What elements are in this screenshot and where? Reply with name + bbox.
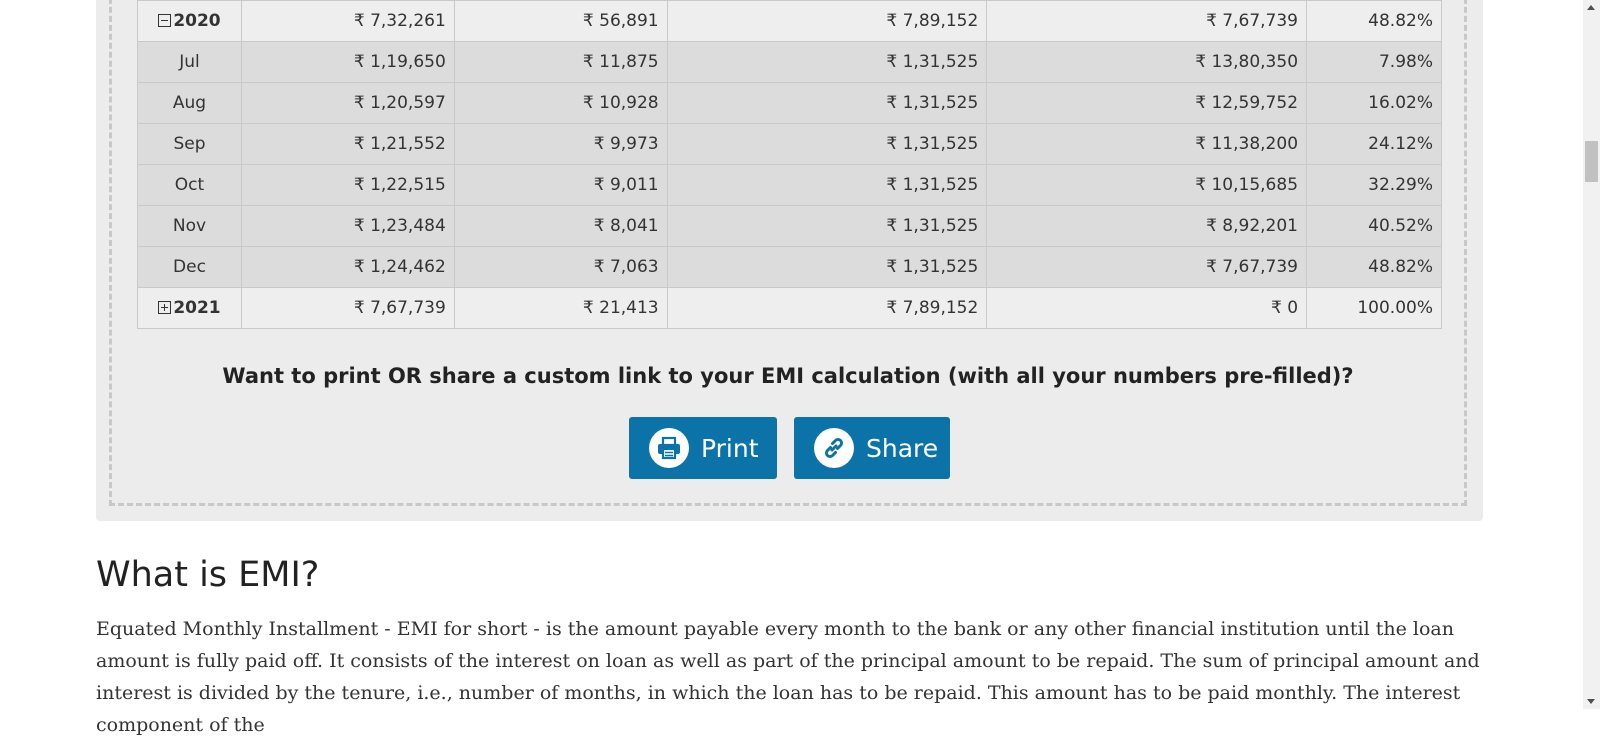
month-label: Jul — [179, 52, 200, 72]
total-payment-cell: ₹ 1,31,525 — [666, 164, 988, 206]
print-button-label: Print — [701, 433, 759, 463]
interest-cell: ₹ 8,041 — [453, 205, 668, 247]
year-row[interactable]: 2021 ₹ 7,67,739 ₹ 21,413 ₹ 7,89,152 ₹ 0 100.0… — [137, 287, 1442, 329]
interest-cell: ₹ 9,973 — [453, 123, 668, 165]
share-prompt-text: Want to print OR share a custom link to … — [222, 364, 1354, 388]
minus-square-icon[interactable] — [158, 14, 172, 27]
interest-cell: ₹ 11,875 — [453, 41, 668, 83]
principal-cell: ₹ 1,22,515 — [240, 164, 455, 206]
month-cell: Nov — [137, 205, 242, 247]
month-cell: Jul — [137, 41, 242, 83]
loan-paid-percent-cell: 40.52% — [1306, 205, 1442, 247]
year-cell[interactable]: 2020 — [137, 0, 242, 42]
page-scrollbar[interactable] — [1583, 0, 1600, 709]
interest-cell: ₹ 21,413 — [453, 287, 668, 329]
balance-cell: ₹ 0 — [986, 287, 1308, 329]
balance-cell: ₹ 11,38,200 — [986, 123, 1308, 165]
emi-schedule-table: 2020 ₹ 7,32,261 ₹ 56,891 ₹ 7,89,152 ₹ 7,67,7… — [137, 0, 1442, 329]
interest-cell: ₹ 9,011 — [453, 164, 668, 206]
balance-cell: ₹ 8,92,201 — [986, 205, 1308, 247]
principal-cell: ₹ 1,20,597 — [240, 82, 455, 124]
loan-paid-percent-cell: 32.29% — [1306, 164, 1442, 206]
what-is-emi-heading: What is EMI? — [96, 555, 320, 595]
total-payment-cell: ₹ 1,31,525 — [666, 246, 988, 288]
year-row[interactable]: 2020 ₹ 7,32,261 ₹ 56,891 ₹ 7,89,152 ₹ 7,67,7… — [137, 0, 1442, 42]
interest-cell: ₹ 10,928 — [453, 82, 668, 124]
balance-cell: ₹ 12,59,752 — [986, 82, 1308, 124]
interest-cell: ₹ 7,063 — [453, 246, 668, 288]
share-button[interactable]: Share — [794, 417, 950, 479]
month-cell: Oct — [137, 164, 242, 206]
loan-paid-percent-cell: 7.98% — [1306, 41, 1442, 83]
loan-paid-percent-cell: 24.12% — [1306, 123, 1442, 165]
loan-paid-percent-cell: 48.82% — [1306, 246, 1442, 288]
month-label: Dec — [173, 257, 206, 277]
loan-paid-percent-cell: 16.02% — [1306, 82, 1442, 124]
scroll-down-arrow-icon[interactable] — [1587, 699, 1595, 704]
plus-square-icon[interactable] — [158, 301, 172, 314]
month-row: Jul ₹ 1,19,650 ₹ 11,875 ₹ 1,31,525 ₹ 13,80,3… — [137, 41, 1442, 83]
month-row: Dec ₹ 1,24,462 ₹ 7,063 ₹ 1,31,525 ₹ 7,67,739… — [137, 246, 1442, 288]
balance-cell: ₹ 7,67,739 — [986, 246, 1308, 288]
principal-cell: ₹ 7,67,739 — [240, 287, 455, 329]
month-row: Sep ₹ 1,21,552 ₹ 9,973 ₹ 1,31,525 ₹ 11,38,20… — [137, 123, 1442, 165]
month-cell: Dec — [137, 246, 242, 288]
year-label: 2020 — [173, 11, 221, 31]
link-icon — [814, 428, 854, 468]
month-row: Aug ₹ 1,20,597 ₹ 10,928 ₹ 1,31,525 ₹ 12,59,7… — [137, 82, 1442, 124]
print-button[interactable]: Print — [629, 417, 777, 479]
balance-cell: ₹ 7,67,739 — [986, 0, 1308, 42]
scrollbar-thumb[interactable] — [1585, 141, 1598, 182]
share-button-label: Share — [866, 433, 939, 463]
principal-cell: ₹ 7,32,261 — [240, 0, 455, 42]
what-is-emi-paragraph: Equated Monthly Installment - EMI for sh… — [96, 618, 1480, 736]
principal-cell: ₹ 1,24,462 — [240, 246, 455, 288]
total-payment-cell: ₹ 7,89,152 — [666, 287, 988, 329]
scroll-up-arrow-icon[interactable] — [1587, 5, 1595, 10]
principal-cell: ₹ 1,23,484 — [240, 205, 455, 247]
loan-paid-percent-cell: 100.00% — [1306, 287, 1442, 329]
total-payment-cell: ₹ 7,89,152 — [666, 0, 988, 42]
total-payment-cell: ₹ 1,31,525 — [666, 123, 988, 165]
month-cell: Aug — [137, 82, 242, 124]
month-row: Nov ₹ 1,23,484 ₹ 8,041 ₹ 1,31,525 ₹ 8,92,201… — [137, 205, 1442, 247]
interest-cell: ₹ 56,891 — [453, 0, 668, 42]
total-payment-cell: ₹ 1,31,525 — [666, 41, 988, 83]
printer-icon — [649, 428, 689, 468]
loan-paid-percent-cell: 48.82% — [1306, 0, 1442, 42]
total-payment-cell: ₹ 1,31,525 — [666, 205, 988, 247]
principal-cell: ₹ 1,19,650 — [240, 41, 455, 83]
month-label: Aug — [172, 93, 207, 113]
month-row: Oct ₹ 1,22,515 ₹ 9,011 ₹ 1,31,525 ₹ 10,15,68… — [137, 164, 1442, 206]
total-payment-cell: ₹ 1,31,525 — [666, 82, 988, 124]
month-label: Oct — [174, 175, 205, 195]
principal-cell: ₹ 1,21,552 — [240, 123, 455, 165]
month-cell: Sep — [137, 123, 242, 165]
year-cell[interactable]: 2021 — [137, 287, 242, 329]
balance-cell: ₹ 10,15,685 — [986, 164, 1308, 206]
balance-cell: ₹ 13,80,350 — [986, 41, 1308, 83]
month-label: Nov — [172, 216, 207, 236]
month-label: Sep — [173, 134, 206, 154]
year-label: 2021 — [173, 298, 221, 318]
